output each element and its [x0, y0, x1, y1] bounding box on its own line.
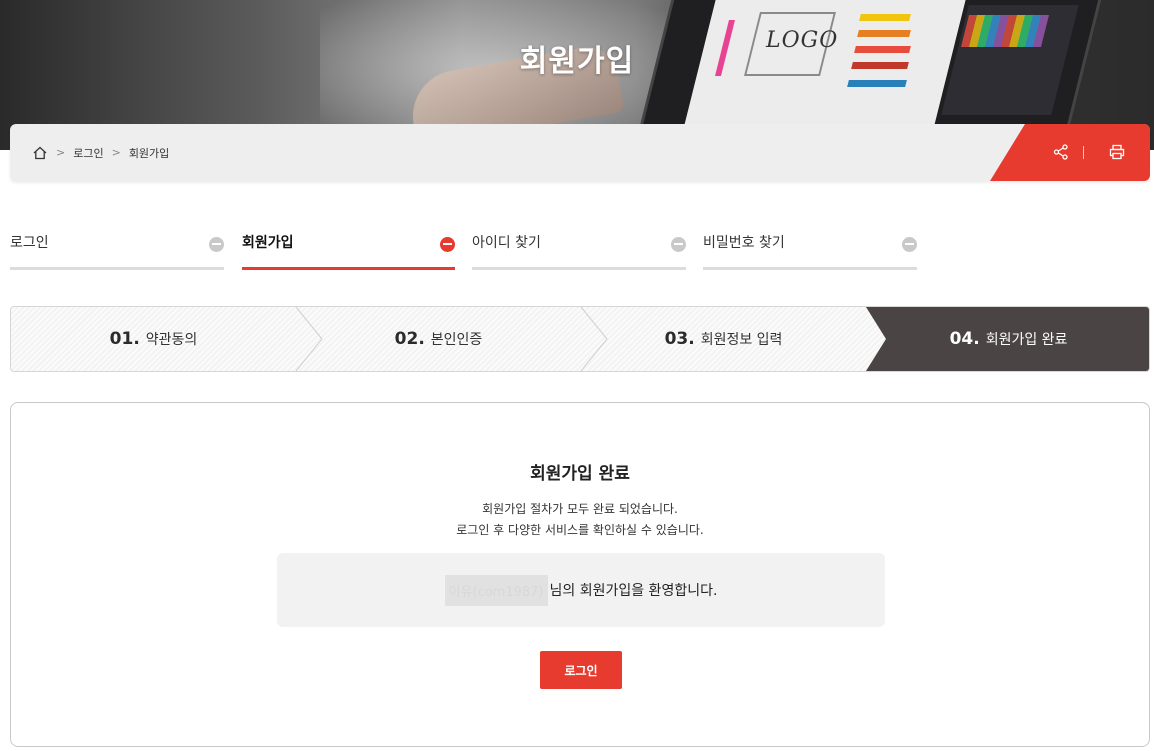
- share-icon[interactable]: [1052, 143, 1070, 161]
- minus-circle-icon: [902, 237, 917, 252]
- signup-complete-panel: 회원가입 완료 회원가입 절차가 모두 완료 되었습니다. 로그인 후 다양한 …: [10, 402, 1150, 747]
- tab-label: 비밀번호 찾기: [703, 235, 785, 251]
- utility-tab: [990, 124, 1150, 181]
- step-number: 03.: [664, 329, 695, 349]
- username: 이유(com1987): [444, 574, 548, 606]
- tab-find-password[interactable]: 비밀번호 찾기: [703, 228, 917, 270]
- home-icon[interactable]: [32, 145, 48, 161]
- tab-login[interactable]: 로그인: [10, 228, 224, 270]
- step-4-active: 04. 회원가입 완료: [866, 307, 1149, 371]
- step-label: 본인인증: [430, 332, 483, 348]
- step-2: 02. 본인인증: [296, 307, 581, 371]
- step-1: 01. 약관동의: [11, 307, 296, 371]
- step-number: 04.: [949, 329, 980, 349]
- chevron-right-icon: >: [56, 146, 66, 159]
- tab-label: 아이디 찾기: [472, 235, 541, 251]
- print-icon[interactable]: [1108, 143, 1126, 161]
- complete-desc-line: 로그인 후 다양한 서비스를 확인하실 수 있습니다.: [456, 523, 704, 537]
- welcome-box: 이유(com1987) 님의 회원가입을 환영합니다.: [277, 553, 885, 627]
- tab-signup[interactable]: 회원가입: [242, 228, 455, 270]
- utility-divider: [1083, 146, 1084, 159]
- step-label: 회원가입 완료: [985, 332, 1068, 348]
- complete-description: 회원가입 절차가 모두 완료 되었습니다. 로그인 후 다양한 서비스를 확인하…: [11, 499, 1149, 541]
- hero-color-bar: [859, 14, 911, 21]
- step-label: 약관동의: [145, 332, 198, 348]
- step-label: 회원정보 입력: [700, 332, 783, 348]
- member-subnav: 로그인 회원가입 아이디 찾기 비밀번호 찾기: [10, 228, 930, 270]
- chevron-right-icon: >: [111, 146, 121, 159]
- login-button[interactable]: 로그인: [540, 651, 622, 689]
- signup-steps: 01. 약관동의 02. 본인인증 03. 회원정보 입력 04. 회원가입 완…: [10, 306, 1150, 372]
- minus-circle-icon: [440, 237, 455, 252]
- step-3: 03. 회원정보 입력: [581, 307, 866, 371]
- breadcrumb-bar: > 로그인 > 회원가입: [10, 124, 1150, 181]
- tab-label: 회원가입: [242, 235, 294, 251]
- tab-find-id[interactable]: 아이디 찾기: [472, 228, 686, 270]
- complete-title: 회원가입 완료: [530, 464, 630, 484]
- breadcrumb-item[interactable]: 로그인: [73, 145, 103, 161]
- tab-label: 로그인: [10, 235, 49, 251]
- breadcrumb: > 로그인 > 회원가입: [32, 124, 169, 181]
- minus-circle-icon: [671, 237, 686, 252]
- minus-circle-icon: [209, 237, 224, 252]
- complete-desc-line: 회원가입 절차가 모두 완료 되었습니다.: [482, 502, 678, 516]
- breadcrumb-item-current[interactable]: 회원가입: [129, 145, 169, 161]
- step-number: 02.: [394, 329, 425, 349]
- page-title: 회원가입: [519, 44, 635, 79]
- hero-color-bar: [847, 80, 907, 87]
- welcome-message: 님의 회원가입을 환영합니다.: [549, 583, 718, 599]
- step-number: 01.: [109, 329, 140, 349]
